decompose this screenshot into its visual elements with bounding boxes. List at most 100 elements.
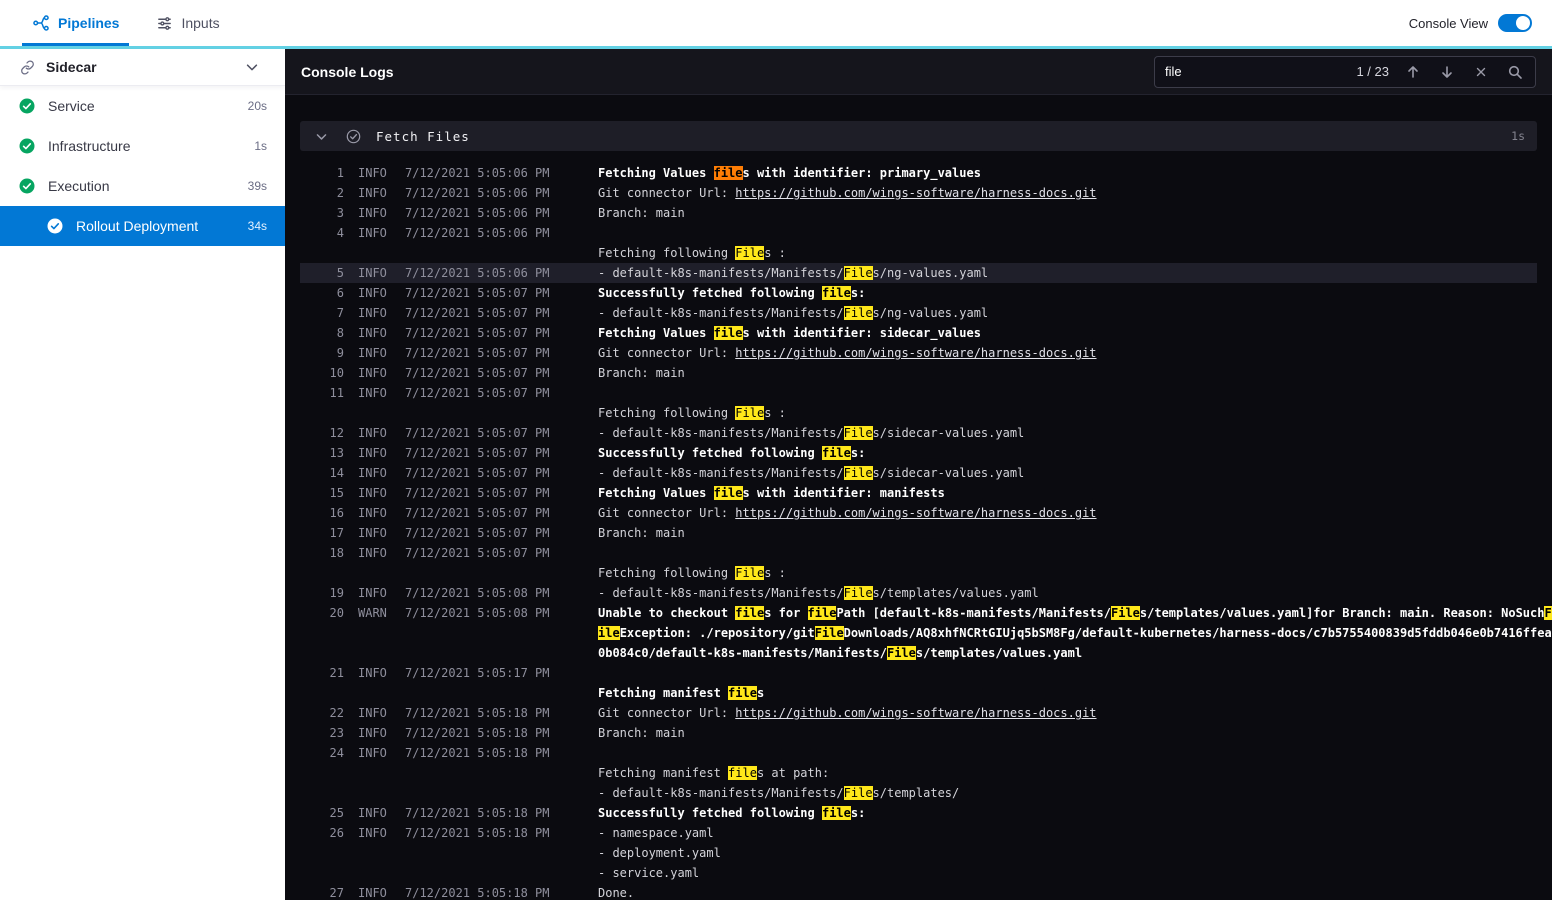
log-timestamp: 7/12/2021 5:05:18 PM [405,886,550,900]
log-level: INFO [358,466,387,480]
line-number: 9 [336,346,344,360]
log-search: 1 / 23 [1154,55,1536,88]
sidebar-item-service[interactable]: Service 20s [0,86,285,126]
tab-inputs[interactable]: Inputs [137,0,237,46]
log-level: INFO [358,266,387,280]
log-level [358,763,391,783]
log-level [358,403,391,423]
log-timestamp: 7/12/2021 5:05:07 PM [405,306,550,320]
next-match-button[interactable] [1437,62,1457,82]
line-number: 14 [329,466,344,480]
log-link[interactable]: https://github.com/wings-software/harnes… [735,706,1096,720]
chevron-down-icon [312,127,330,145]
log-level [358,563,391,583]
log-line: 11 INFO 7/12/2021 5:05:07 PM [300,383,1537,403]
log-message: Git connector Url: https://github.com/wi… [598,186,1097,200]
log-level [358,683,391,703]
log-line: ileException: ./repository/gitFileDownlo… [300,623,1552,643]
log-message: ileException: ./repository/gitFileDownlo… [598,626,1552,640]
log-level: INFO [358,286,387,300]
line-number [300,863,344,883]
log-link[interactable]: https://github.com/wings-software/harnes… [735,506,1096,520]
prev-match-button[interactable] [1403,62,1423,82]
log-link[interactable]: https://github.com/wings-software/harnes… [735,346,1096,360]
log-line: 13 INFO 7/12/2021 5:05:07 PM Successfully f… [300,443,1537,463]
line-number: 16 [329,506,344,520]
search-input[interactable] [1165,64,1343,79]
log-message: Successfully fetched following files: [598,446,866,460]
log-level: INFO [358,586,387,600]
sidebar-item-execution[interactable]: Execution 39s [0,166,285,206]
line-number [300,783,344,803]
stage-selector[interactable]: Sidecar [0,49,285,86]
step-list: Service 20s Infrastructure 1s Execution 39s Ro… [0,86,285,246]
log-level [358,243,391,263]
step-success-icon [344,127,362,145]
log-message: Git connector Url: https://github.com/wi… [598,706,1097,720]
log-line: 17 INFO 7/12/2021 5:05:07 PM Branch: main [300,523,1537,543]
log-message: Branch: main [598,726,685,740]
log-timestamp: 7/12/2021 5:05:06 PM [405,266,550,280]
log-timestamp [405,623,555,643]
log-timestamp: 7/12/2021 5:05:08 PM [405,586,550,600]
log-timestamp: 7/12/2021 5:05:07 PM [405,526,550,540]
check-circle-icon [46,217,64,235]
log-timestamp: 7/12/2021 5:05:07 PM [405,386,550,400]
log-timestamp: 7/12/2021 5:05:07 PM [405,366,550,380]
log-level: INFO [358,426,387,440]
search-match-count: 1 / 23 [1356,64,1389,79]
log-line: Fetching manifest files at path: [300,763,1537,783]
log-message: Fetching Values files with identifier: p… [598,166,981,180]
log-timestamp: 7/12/2021 5:05:07 PM [405,486,550,500]
section-title: Fetch Files [376,128,470,144]
search-icon-button[interactable] [1505,62,1525,82]
log-section-header[interactable]: Fetch Files 1s [300,121,1537,151]
close-search-button[interactable] [1471,62,1491,82]
duration-label: 34s [247,219,267,233]
console-header: Console Logs 1 / 23 [285,49,1552,95]
log-line: 26 INFO 7/12/2021 5:05:18 PM - namespace.ya… [300,823,1537,843]
log-level: INFO [358,706,387,720]
sidebar-item-rollout-deployment[interactable]: Rollout Deployment 34s [0,206,285,246]
check-circle-icon [18,137,36,155]
line-number [300,623,344,643]
duration-label: 1s [254,139,267,153]
check-circle-icon [18,97,36,115]
log-timestamp: 7/12/2021 5:05:08 PM [405,606,550,620]
line-number: 8 [336,326,344,340]
log-timestamp [405,783,555,803]
console-logs-title: Console Logs [301,63,394,80]
sidebar-item-label: Execution [48,178,110,194]
log-message: - service.yaml [598,866,700,880]
log-line: 25 INFO 7/12/2021 5:05:18 PM Successfully f… [300,803,1537,823]
log-message: Successfully fetched following files: [598,286,866,300]
log-line: - default-k8s-manifests/Manifests/Files/… [300,783,1537,803]
line-number [300,563,344,583]
console-view-toggle[interactable] [1498,14,1532,32]
log-timestamp [405,763,555,783]
log-timestamp: 7/12/2021 5:05:18 PM [405,746,550,760]
log-timestamp [405,563,555,583]
log-line: 12 INFO 7/12/2021 5:05:07 PM - default-k8s-… [300,423,1537,443]
log-message: Done. [598,886,635,900]
log-line: 7 INFO 7/12/2021 5:05:07 PM - default-k8s-m… [300,303,1537,323]
line-number: 24 [329,746,344,760]
tab-pipelines[interactable]: Pipelines [14,0,137,46]
log-level: INFO [358,666,387,680]
log-timestamp [405,403,555,423]
log-timestamp [405,683,555,703]
log-link[interactable]: https://github.com/wings-software/harnes… [735,186,1096,200]
line-number: 2 [336,186,344,200]
log-area: Fetch Files 1s 1 INFO 7/12/2021 5:05:06 PM… [285,95,1552,900]
log-message: Fetching manifest files [598,686,765,700]
log-level: INFO [358,206,387,220]
log-level [358,623,391,643]
log-message: - default-k8s-manifests/Manifests/Files/… [598,786,960,800]
sidebar-item-infrastructure[interactable]: Infrastructure 1s [0,126,285,166]
log-level: INFO [358,226,387,240]
line-number: 26 [329,826,344,840]
log-timestamp: 7/12/2021 5:05:07 PM [405,466,550,480]
log-timestamp: 7/12/2021 5:05:18 PM [405,826,550,840]
line-number: 12 [329,426,344,440]
line-number [300,643,344,663]
